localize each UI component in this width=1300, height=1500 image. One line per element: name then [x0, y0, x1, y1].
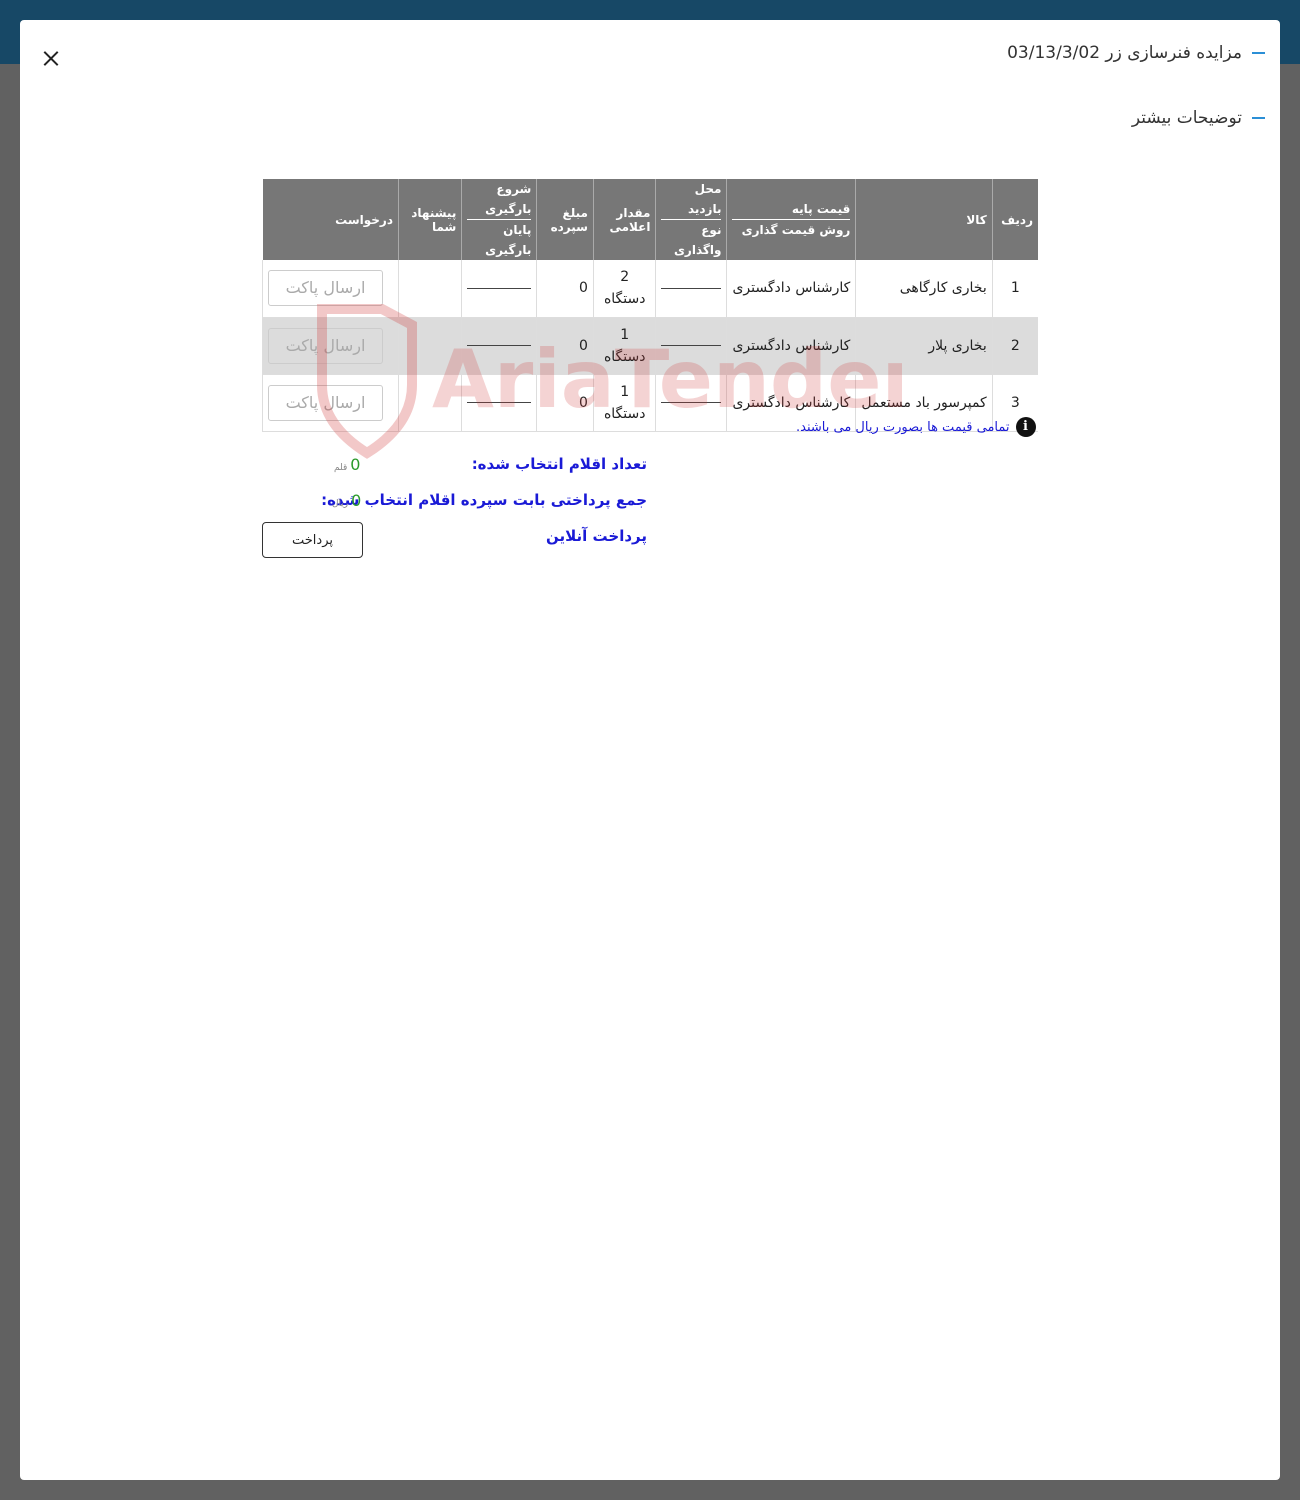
quantity-unit: دستگاه	[603, 405, 646, 422]
quantity-unit: دستگاه	[603, 291, 646, 308]
empty-dash	[661, 345, 722, 346]
online-payment-label: پرداخت آنلاین	[545, 527, 647, 545]
col-loading: شروع بارگیری پایان بارگیری	[461, 179, 537, 260]
total-payment-value: 0	[351, 491, 362, 510]
col-assignment-type: نوع واگذاری	[673, 223, 722, 257]
offer-cell	[397, 317, 462, 374]
total-payment-unit: ریال	[332, 499, 349, 509]
more-dash-icon	[1252, 117, 1265, 119]
visit-cell	[655, 317, 727, 374]
loading-cell	[461, 374, 537, 431]
pricing-method: کارشناس دادگستری	[726, 260, 856, 317]
quantity-cell: 1 دستگاه	[592, 317, 656, 374]
quantity-value: 2	[620, 269, 630, 286]
quantity-value: 1	[620, 383, 630, 400]
col-base-price: قیمت پایه	[732, 199, 851, 220]
col-request: درخواست	[262, 179, 399, 260]
item-details-modal: مزایده فنرسازی زر 03/13/3/02 توضیحات بیش…	[20, 20, 1280, 1480]
visit-cell	[655, 260, 727, 317]
col-item: کالا	[855, 179, 993, 260]
item-name: بخاری پلار	[855, 317, 993, 374]
col-declared-quantity: مقدار اعلامی	[592, 179, 656, 260]
offer-cell	[397, 260, 462, 317]
deposit-amount: 0	[536, 260, 594, 317]
quantity-cell: 1 دستگاه	[592, 374, 656, 431]
pay-button[interactable]: پرداخت	[262, 522, 363, 558]
close-icon[interactable]	[38, 46, 64, 72]
empty-dash	[661, 402, 722, 403]
col-loading-end: پایان بارگیری	[485, 223, 532, 257]
quantity-value: 1	[620, 326, 630, 343]
row-number: 1	[991, 260, 1038, 317]
modal-title: مزایده فنرسازی زر 03/13/3/02	[1007, 40, 1265, 66]
request-cell: ارسال پاکت	[262, 260, 399, 317]
col-loading-start: شروع بارگیری	[467, 179, 532, 220]
deposit-amount: 0	[536, 317, 594, 374]
items-table: ردیف کالا قیمت پایه روش قیمت گذاری محل با…	[262, 179, 1038, 432]
modal-title-text: مزایده فنرسازی زر 03/13/3/02	[1007, 43, 1242, 63]
quantity-unit: دستگاه	[603, 348, 646, 365]
more-details-label: توضیحات بیشتر	[1131, 108, 1242, 128]
price-note-text: تمامی قیمت ها بصورت ریال می باشند.	[796, 419, 1010, 435]
col-visit-location: محل بازدید	[661, 179, 722, 220]
table-header-row: ردیف کالا قیمت پایه روش قیمت گذاری محل با…	[262, 179, 1038, 260]
table-row: 1 بخاری کارگاهی کارشناس دادگستری 2 دستگاه…	[262, 260, 1038, 317]
title-dash-icon	[1252, 52, 1265, 54]
deposit-amount: 0	[536, 374, 594, 431]
more-details-toggle[interactable]: توضیحات بیشتر	[1132, 105, 1265, 131]
total-payment: 0ریال	[332, 491, 361, 510]
price-note: i تمامی قیمت ها بصورت ریال می باشند.	[796, 417, 1036, 437]
loading-cell	[461, 260, 537, 317]
send-packet-button[interactable]: ارسال پاکت	[268, 270, 383, 307]
empty-dash	[467, 402, 532, 403]
row-number: 2	[991, 317, 1038, 374]
pricing-method: کارشناس دادگستری	[726, 317, 856, 374]
empty-dash	[467, 345, 532, 346]
info-icon: i	[1015, 417, 1036, 437]
col-visit: محل بازدید نوع واگذاری	[655, 179, 727, 260]
request-cell: ارسال پاکت	[262, 374, 399, 431]
offer-cell	[397, 374, 462, 431]
quantity-cell: 2 دستگاه	[592, 260, 656, 317]
table-row: 2 بخاری پلار کارشناس دادگستری 1 دستگاه 0 …	[262, 317, 1038, 374]
col-row: ردیف	[991, 179, 1038, 260]
col-your-offer: پیشنهاد شما	[397, 179, 462, 260]
send-packet-button[interactable]: ارسال پاکت	[268, 327, 383, 364]
send-packet-button[interactable]: ارسال پاکت	[268, 384, 383, 421]
selected-count: 0قلم	[334, 455, 360, 474]
request-cell: ارسال پاکت	[262, 317, 399, 374]
selected-count-label: تعداد اقلام انتخاب شده:	[471, 455, 647, 473]
col-pricing-method: روش قیمت گذاری	[741, 223, 851, 237]
empty-dash	[661, 287, 722, 289]
col-deposit-amount: مبلغ سپرده	[536, 179, 594, 260]
visit-cell	[655, 374, 727, 431]
empty-dash	[467, 287, 532, 289]
item-name: بخاری کارگاهی	[855, 260, 993, 317]
total-payment-label: جمع پرداختی بابت سپرده اقلام انتخاب شده:	[321, 491, 647, 509]
loading-cell	[461, 317, 537, 374]
selected-count-unit: قلم	[334, 463, 348, 473]
selected-count-value: 0	[350, 455, 361, 474]
col-price: قیمت پایه روش قیمت گذاری	[726, 179, 856, 260]
